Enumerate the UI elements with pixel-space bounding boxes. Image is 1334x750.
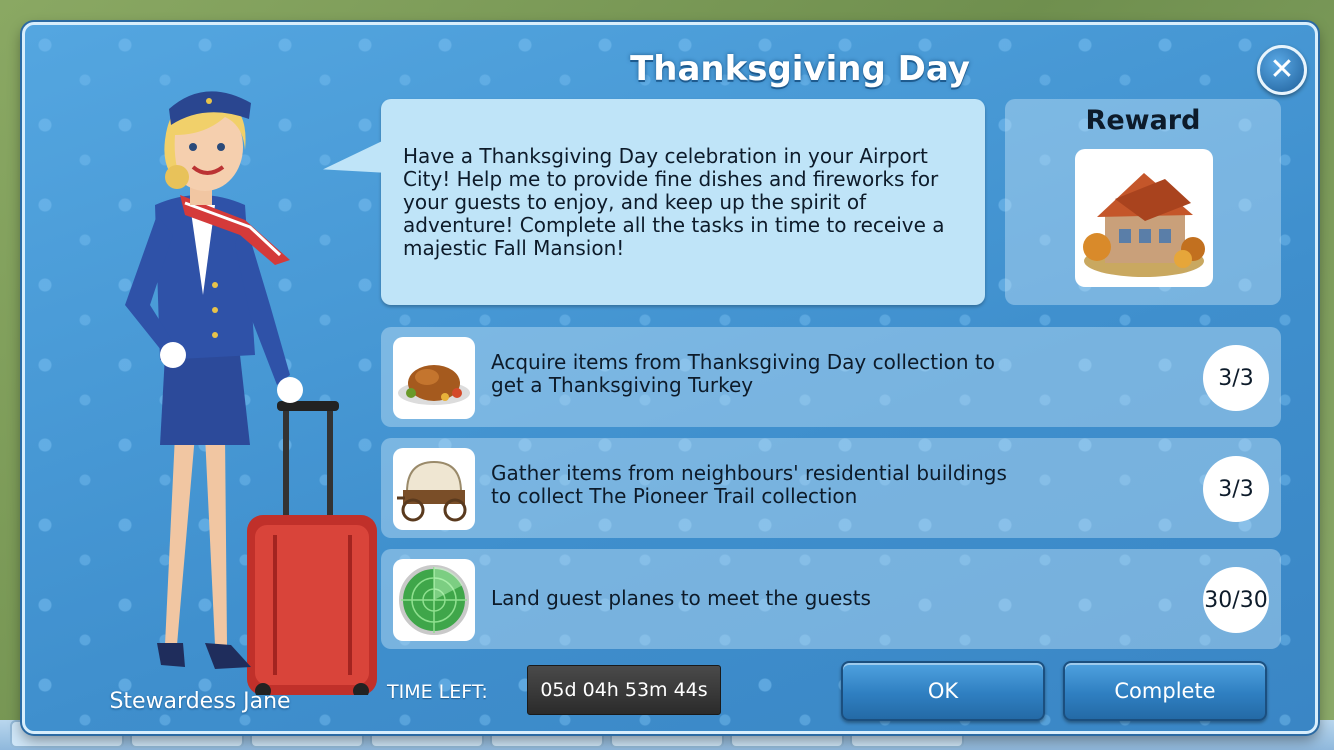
- task-row: Gather items from neighbours' residentia…: [381, 438, 1281, 538]
- task-row: Land guest planes to meet the guests 30/…: [381, 549, 1281, 649]
- radar-icon: [399, 565, 469, 635]
- task-description: Land guest planes to meet the guests: [491, 586, 871, 610]
- reward-item[interactable]: [1075, 149, 1213, 287]
- task-icon-frame[interactable]: [393, 448, 475, 530]
- reward-panel: Reward: [1005, 99, 1281, 305]
- task-progress: 3/3: [1203, 456, 1269, 522]
- time-left-label: TIME LEFT:: [387, 681, 488, 703]
- suitcase-icon: [247, 401, 377, 695]
- covered-wagon-icon: [397, 460, 467, 522]
- event-dialog: Thanksgiving Day ✕ Stewardess Jane Have …: [22, 22, 1318, 734]
- task-row: Acquire items from Thanksgiving Day coll…: [381, 327, 1281, 427]
- task-progress: 3/3: [1203, 345, 1269, 411]
- close-area: ✕: [1247, 25, 1307, 105]
- close-icon: ✕: [1269, 52, 1295, 87]
- reward-title: Reward: [1085, 105, 1201, 136]
- fall-mansion-icon: [1083, 173, 1205, 277]
- npc-name: Stewardess Jane: [109, 689, 291, 714]
- close-button[interactable]: ✕: [1257, 45, 1307, 95]
- task-description: Acquire items from Thanksgiving Day coll…: [491, 350, 996, 397]
- task-icon-frame[interactable]: [393, 559, 475, 641]
- task-progress: 30/30: [1203, 567, 1269, 633]
- time-left-value: 05d 04h 53m 44s: [527, 665, 721, 715]
- speech-text: Have a Thanksgiving Day celebration in y…: [403, 144, 945, 260]
- task-icon-frame[interactable]: [393, 337, 475, 419]
- complete-button[interactable]: Complete: [1063, 661, 1267, 721]
- roast-turkey-icon: [398, 365, 470, 405]
- speech-bubble: Have a Thanksgiving Day celebration in y…: [381, 99, 985, 305]
- task-description: Gather items from neighbours' residentia…: [491, 461, 1007, 508]
- ok-button[interactable]: OK: [841, 661, 1045, 721]
